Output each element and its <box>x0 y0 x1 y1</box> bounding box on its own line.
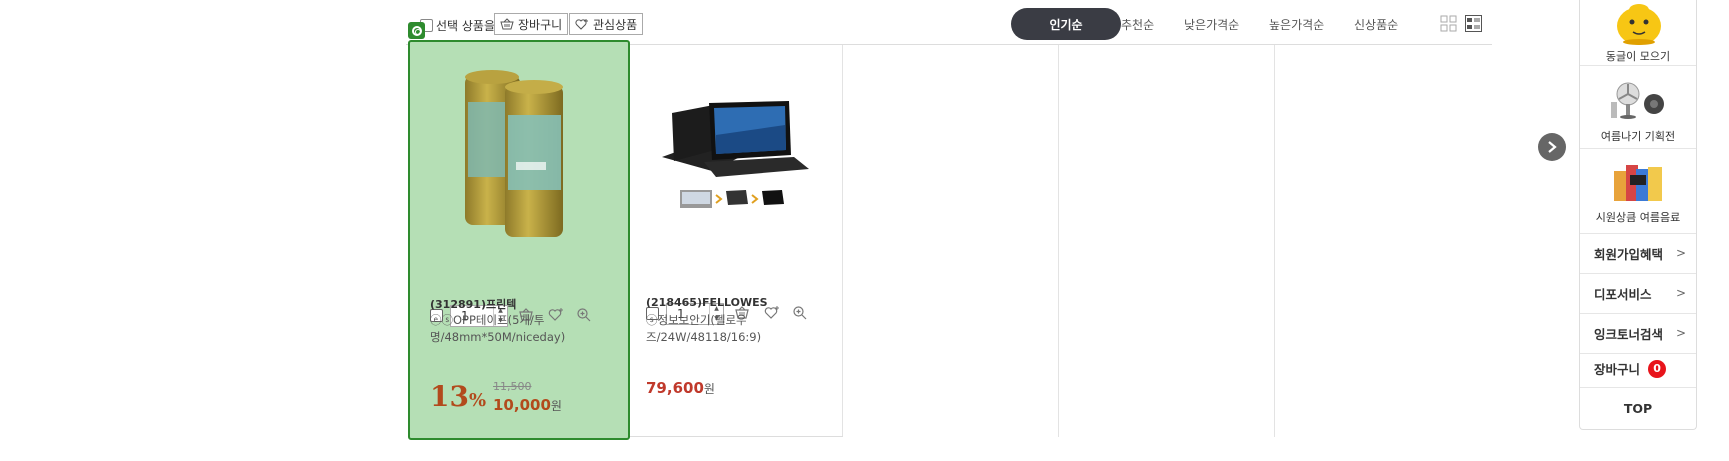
currency-label: 원 <box>550 399 562 413</box>
quick-cart-label: 장바구니 <box>1594 362 1641 377</box>
discount-value: 13 <box>430 380 469 413</box>
depot-service-link[interactable]: 디포서비스 > <box>1580 274 1696 314</box>
product-name[interactable]: ⓢ정보보안기(펠로우즈/24W/48118/16:9) <box>646 312 826 346</box>
quick-link-label: 회원가입혜택 <box>1594 247 1664 262</box>
quick-cart-link[interactable]: 장바구니 0 <box>1580 350 1696 388</box>
heart-plus-icon <box>575 19 588 30</box>
quick-menu-label: 시원상큼 여름음료 <box>1595 211 1681 224</box>
member-benefits-link[interactable]: 회원가입혜택 > <box>1580 234 1696 274</box>
sale-price: 10,000원 <box>493 396 562 414</box>
quick-link-label: 디포서비스 <box>1594 287 1652 302</box>
grid-divider <box>1058 45 1059 437</box>
add-to-wishlist-button[interactable]: 관심상품 <box>569 13 644 35</box>
product-card[interactable]: 1 ▲ ▼ (312891)프린텍 ⓔⓢOPP테이프(5개/투명/48mm*50M… <box>408 40 630 440</box>
product-code[interactable]: (218465)FELLOWES <box>646 296 768 309</box>
quick-menu-label: 여름나기 기획전 <box>1600 130 1676 143</box>
add-to-cart-button[interactable]: 장바구니 <box>494 13 569 35</box>
add-to-cart-label: 장바구니 <box>518 17 563 32</box>
quick-menu-item[interactable]: 동글이 모으기 <box>1580 0 1696 66</box>
chevron-right-icon: > <box>1675 326 1686 340</box>
fan-icon <box>1611 82 1664 119</box>
list-view-icon[interactable] <box>1465 15 1482 32</box>
privacy-filter-product-image <box>662 101 809 208</box>
chevron-right-icon: > <box>1675 286 1686 300</box>
quick-menu-item[interactable]: 시원상큼 여름음료 <box>1580 149 1696 234</box>
sale-price-value: 10,000 <box>493 396 551 414</box>
sale-price: 79,600원 <box>646 379 715 397</box>
quick-link-label: 잉크토너검색 <box>1594 327 1664 342</box>
original-price: 11,500 <box>493 380 532 393</box>
quick-menu: 동글이 모으기 여름나기 기획전 시원상큼 여름음료 회원가입혜택 > 디포서비… <box>1579 0 1697 430</box>
next-page-button[interactable] <box>1538 133 1566 161</box>
scroll-top-button[interactable]: TOP <box>1580 388 1696 428</box>
discount-rate: 13% <box>430 380 486 413</box>
product-toolbar: 선택 상품을 장바구니 관심상품 인기순 추천순 낮은가격순 높은가격순 신상품… <box>406 0 1492 45</box>
drinks-icon <box>1614 165 1662 201</box>
grid-divider <box>1274 45 1275 437</box>
product-card[interactable]: 1 ▲ ▼ (218465)FELLOWES ⓢ정보보안기(펠로우즈/24W/48… <box>626 40 848 440</box>
chevron-right-icon <box>1548 141 1557 153</box>
grid-view-icon[interactable] <box>1440 15 1457 32</box>
mascot-icon <box>1617 4 1661 45</box>
selection-marker-icon <box>408 22 425 39</box>
sort-popular-tab[interactable]: 인기순 <box>1011 8 1121 40</box>
sale-price-value: 79,600 <box>646 379 704 397</box>
sort-recommended-tab[interactable]: 추천순 <box>1121 16 1154 33</box>
select-label: 선택 상품을 <box>436 19 496 33</box>
ink-toner-search-link[interactable]: 잉크토너검색 > <box>1580 314 1696 354</box>
add-to-wishlist-label: 관심상품 <box>593 17 638 32</box>
sort-low-price-tab[interactable]: 낮은가격순 <box>1184 16 1239 33</box>
tape-product-image <box>465 70 563 237</box>
sort-high-price-tab[interactable]: 높은가격순 <box>1269 16 1324 33</box>
sort-new-tab[interactable]: 신상품순 <box>1354 16 1398 33</box>
quick-menu-item[interactable]: 여름나기 기획전 <box>1580 66 1696 149</box>
currency-label: 원 <box>703 382 715 396</box>
quick-menu-label: 동글이 모으기 <box>1605 50 1671 63</box>
discount-unit: % <box>468 390 487 411</box>
product-name[interactable]: ⓔⓢOPP테이프(5개/투명/48mm*50M/niceday) <box>430 312 610 346</box>
cart-count-badge: 0 <box>1648 359 1667 378</box>
product-code[interactable]: (312891)프린텍 <box>430 296 516 312</box>
basket-icon <box>500 18 514 30</box>
chevron-right-icon: > <box>1675 246 1686 260</box>
